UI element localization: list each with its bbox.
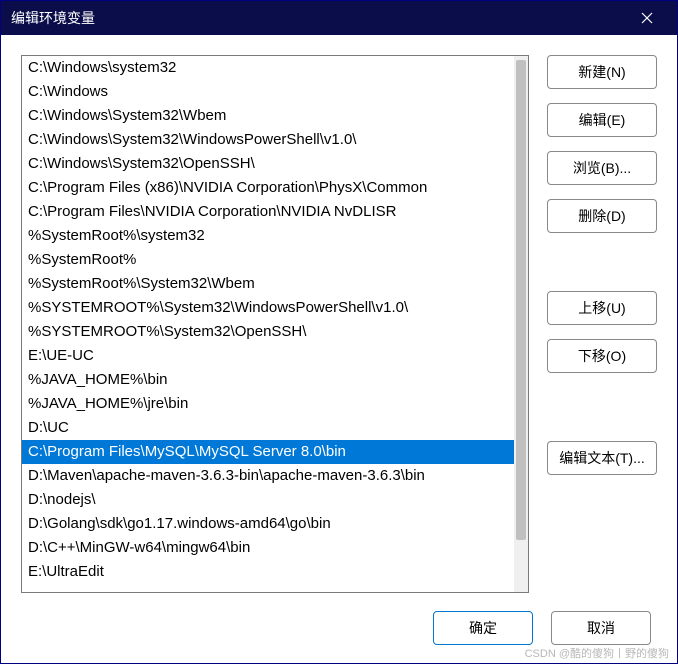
list-item[interactable]: D:\nodejs\: [22, 488, 514, 512]
list-item[interactable]: E:\UltraEdit: [22, 560, 514, 584]
list-item[interactable]: %SystemRoot%\system32: [22, 224, 514, 248]
edit-button[interactable]: 编辑(E): [547, 103, 657, 137]
cancel-button[interactable]: 取消: [551, 611, 651, 645]
titlebar: 编辑环境变量: [1, 1, 677, 35]
list-item[interactable]: C:\Windows\System32\WindowsPowerShell\v1…: [22, 128, 514, 152]
list-item[interactable]: D:\Golang\sdk\go1.17.windows-amd64\go\bi…: [22, 512, 514, 536]
delete-button[interactable]: 删除(D): [547, 199, 657, 233]
list-item[interactable]: %SYSTEMROOT%\System32\WindowsPowerShell\…: [22, 296, 514, 320]
list-item[interactable]: C:\Windows\System32\OpenSSH\: [22, 152, 514, 176]
list-item[interactable]: D:\Maven\apache-maven-3.6.3-bin\apache-m…: [22, 464, 514, 488]
list-item[interactable]: E:\UE-UC: [22, 344, 514, 368]
vertical-scrollbar[interactable]: [514, 56, 528, 592]
move-down-button[interactable]: 下移(O): [547, 339, 657, 373]
close-icon: [641, 12, 653, 24]
window-title: 编辑环境变量: [11, 8, 627, 28]
list-item[interactable]: C:\Windows: [22, 80, 514, 104]
scrollbar-thumb[interactable]: [516, 60, 526, 540]
list-item[interactable]: %SystemRoot%\System32\Wbem: [22, 272, 514, 296]
edit-text-button[interactable]: 编辑文本(T)...: [547, 441, 657, 475]
list-item[interactable]: D:\UC: [22, 416, 514, 440]
side-buttons: 新建(N) 编辑(E) 浏览(B)... 删除(D) 上移(U) 下移(O) 编…: [547, 55, 657, 593]
path-list-container: C:\Windows\system32C:\WindowsC:\Windows\…: [21, 55, 529, 593]
browse-button[interactable]: 浏览(B)...: [547, 151, 657, 185]
list-item[interactable]: C:\Program Files\MySQL\MySQL Server 8.0\…: [22, 440, 514, 464]
dialog-footer: 确定 取消: [1, 593, 677, 663]
list-item[interactable]: C:\Windows\system32: [22, 56, 514, 80]
close-button[interactable]: [627, 1, 667, 35]
list-item[interactable]: C:\Program Files (x86)\NVIDIA Corporatio…: [22, 176, 514, 200]
path-list[interactable]: C:\Windows\system32C:\WindowsC:\Windows\…: [22, 56, 514, 592]
list-item[interactable]: %JAVA_HOME%\jre\bin: [22, 392, 514, 416]
list-item[interactable]: D:\C++\MinGW-w64\mingw64\bin: [22, 536, 514, 560]
spacer: [547, 387, 657, 427]
list-item[interactable]: C:\Program Files\NVIDIA Corporation\NVID…: [22, 200, 514, 224]
new-button[interactable]: 新建(N): [547, 55, 657, 89]
list-item[interactable]: C:\Windows\System32\Wbem: [22, 104, 514, 128]
move-up-button[interactable]: 上移(U): [547, 291, 657, 325]
list-item[interactable]: %SYSTEMROOT%\System32\OpenSSH\: [22, 320, 514, 344]
content-area: C:\Windows\system32C:\WindowsC:\Windows\…: [1, 35, 677, 593]
ok-button[interactable]: 确定: [433, 611, 533, 645]
list-item[interactable]: %JAVA_HOME%\bin: [22, 368, 514, 392]
list-item[interactable]: %SystemRoot%: [22, 248, 514, 272]
spacer: [547, 247, 657, 277]
